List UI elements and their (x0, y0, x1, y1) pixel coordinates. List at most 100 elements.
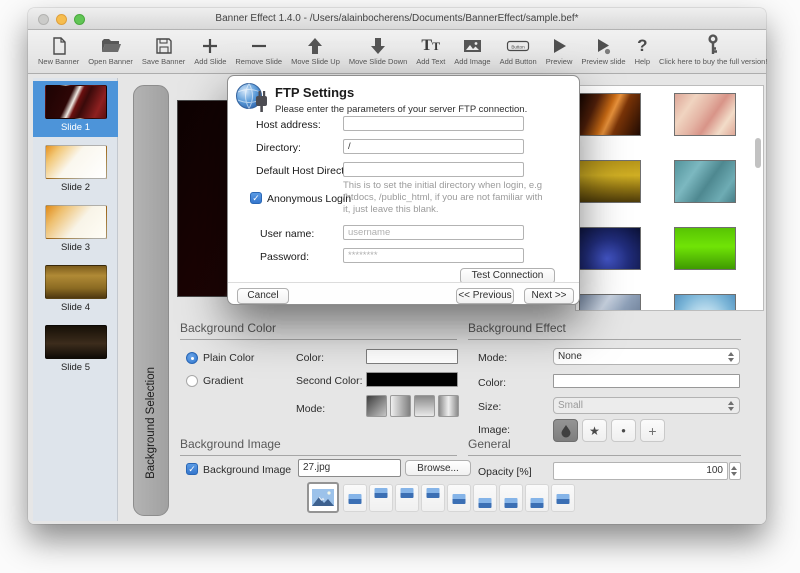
color-label: Color: (296, 352, 324, 364)
toolbar: New Banner Open Banner Save Banner Add S… (28, 30, 766, 74)
image-strip-item[interactable] (369, 484, 393, 512)
browse-button[interactable]: Browse... (405, 460, 471, 476)
toolbar-label: Move Slide Up (291, 57, 340, 66)
effect-mode-value: None (558, 351, 582, 362)
effect-size-value: Small (558, 400, 583, 411)
new-banner-button[interactable]: New Banner (38, 33, 79, 66)
tab-background-selection[interactable]: Background Selection (133, 85, 169, 516)
section-title: Background Effect (468, 321, 741, 340)
image-strip-item-selected[interactable] (307, 482, 339, 513)
background-thumbnail-teal[interactable] (674, 160, 736, 203)
buy-full-version-button[interactable]: Click here to buy the full version! (659, 33, 767, 66)
background-thumbnail-sky[interactable] (674, 294, 736, 311)
remove-slide-button[interactable]: Remove Slide (235, 33, 282, 66)
gallery-scrollbar[interactable] (754, 87, 762, 309)
username-input[interactable]: username (343, 225, 524, 240)
opacity-stepper[interactable] (729, 462, 741, 480)
background-image-filename-input[interactable]: 27.jpg (298, 459, 401, 477)
scrollbar-thumb[interactable] (755, 138, 761, 168)
default-host-directory-input[interactable] (343, 162, 524, 177)
slide-item-3[interactable]: Slide 3 (33, 201, 118, 257)
directory-input[interactable]: / (343, 139, 524, 154)
add-button-button[interactable]: Button Add Button (500, 33, 537, 66)
save-banner-button[interactable]: Save Banner (142, 33, 185, 66)
plain-color-radio[interactable] (186, 352, 198, 364)
landscape-icon (453, 494, 466, 504)
slide-item-1[interactable]: Slide 1 (33, 81, 118, 137)
toolbar-label: Add Slide (194, 57, 226, 66)
toolbar-label: Move Slide Down (349, 57, 407, 66)
slide-item-4[interactable]: Slide 4 (33, 261, 118, 317)
image-strip-item[interactable] (395, 484, 419, 512)
toolbar-label: New Banner (38, 57, 79, 66)
previous-button[interactable]: << Previous (456, 288, 514, 304)
help-button[interactable]: ? Help (635, 33, 650, 66)
background-image-checkbox[interactable]: ✓ (186, 463, 198, 475)
background-thumbnail-fire[interactable] (579, 93, 641, 136)
minimize-button[interactable] (56, 14, 67, 25)
landscape-icon (349, 494, 362, 504)
username-placeholder: username (348, 227, 390, 238)
effect-color-swatch[interactable] (553, 374, 740, 388)
effect-mode-select[interactable]: None (553, 348, 740, 365)
text-icon: TT (421, 33, 440, 56)
svg-text:Button: Button (512, 45, 526, 50)
slide-thumbnail (45, 145, 107, 179)
image-strip-item[interactable] (343, 484, 367, 512)
anonymous-login-checkbox[interactable]: ✓ (250, 192, 262, 204)
host-address-input[interactable] (343, 116, 524, 131)
background-thumbnail-stars[interactable] (579, 227, 641, 270)
gradient-radio[interactable] (186, 375, 198, 387)
slide-thumbnail (45, 205, 107, 239)
opacity-label: Opacity [%] (478, 466, 532, 478)
preview-slide-button[interactable]: Preview slide (581, 33, 625, 66)
next-button[interactable]: Next >> (524, 288, 574, 304)
add-text-button[interactable]: TT Add Text (416, 33, 445, 66)
background-thumbnail-pink[interactable] (674, 93, 736, 136)
color-swatch[interactable] (366, 349, 458, 364)
second-color-label: Second Color: (296, 375, 363, 387)
opacity-input[interactable]: 100 (553, 462, 728, 480)
close-button[interactable] (38, 14, 49, 25)
gradient-mode-2[interactable] (390, 395, 411, 417)
slide-item-2[interactable]: Slide 2 (33, 141, 118, 197)
second-color-swatch[interactable] (366, 372, 458, 387)
open-banner-button[interactable]: Open Banner (88, 33, 133, 66)
titlebar[interactable]: Banner Effect 1.4.0 - /Users/alainbocher… (28, 8, 766, 30)
plain-color-label: Plain Color (203, 352, 254, 364)
dialog-subtitle: Please enter the parameters of your serv… (275, 104, 527, 115)
add-image-button[interactable]: Add Image (454, 33, 490, 66)
toolbar-label: Preview (546, 57, 573, 66)
background-thumbnail-scales[interactable] (579, 294, 641, 311)
gradient-mode-3[interactable] (414, 395, 435, 417)
slide-item-5[interactable]: Slide 5 (33, 321, 118, 377)
background-thumbnail-grass[interactable] (579, 160, 641, 203)
opacity-value: 100 (706, 465, 723, 476)
play-icon (550, 33, 568, 56)
slide-label: Slide 1 (33, 122, 118, 133)
landscape-icon (401, 488, 414, 498)
preview-button[interactable]: Preview (546, 33, 573, 66)
slide-list: Slide 1 Slide 2 Slide 3 Slide 4 Slide 5 (33, 78, 118, 521)
password-input[interactable]: ******** (343, 248, 524, 263)
toolbar-label: Add Button (500, 57, 537, 66)
landscape-icon (427, 488, 440, 498)
gradient-mode-4[interactable] (438, 395, 459, 417)
cancel-button[interactable]: Cancel (237, 288, 289, 304)
gradient-mode-1[interactable] (366, 395, 387, 417)
add-slide-button[interactable]: Add Slide (194, 33, 226, 66)
section-title: General (468, 437, 741, 456)
question-mark-icon: ? (637, 33, 647, 56)
play-slide-icon (594, 33, 612, 56)
directory-label: Directory: (256, 142, 301, 154)
toolbar-label: Open Banner (88, 57, 133, 66)
effect-size-select[interactable]: Small (553, 397, 740, 414)
move-slide-up-button[interactable]: Move Slide Up (291, 33, 340, 66)
zoom-button[interactable] (74, 14, 85, 25)
toolbar-label: Preview slide (581, 57, 625, 66)
image-strip-item[interactable] (421, 484, 445, 512)
background-thumbnail-green[interactable] (674, 227, 736, 270)
minus-icon (249, 33, 269, 56)
move-slide-down-button[interactable]: Move Slide Down (349, 33, 407, 66)
section-title: Background Image (180, 437, 457, 456)
